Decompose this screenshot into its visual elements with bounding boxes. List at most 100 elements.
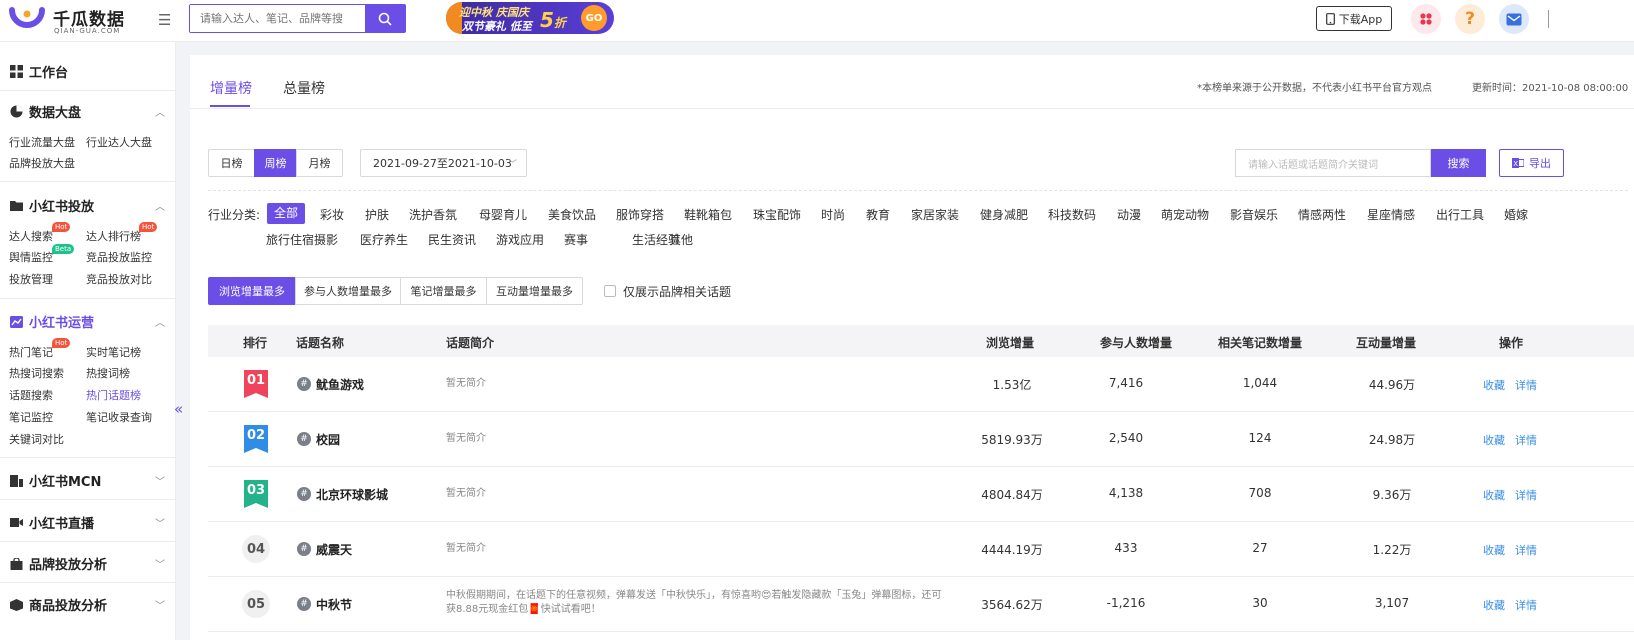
- category-chip[interactable]: 情感两性: [1298, 206, 1346, 223]
- chevron-up-icon[interactable]: ︿: [155, 314, 165, 329]
- detail-link[interactable]: 详情: [1515, 487, 1537, 503]
- export-button[interactable]: X 导出: [1499, 149, 1564, 177]
- period-weekly[interactable]: 周榜: [254, 149, 297, 177]
- topic-name[interactable]: 鱿鱼游戏: [316, 376, 364, 393]
- category-chip[interactable]: 出行工具: [1436, 206, 1484, 223]
- sidebar-section-data[interactable]: 数据大盘: [10, 102, 81, 121]
- apps-icon[interactable]: [1411, 4, 1441, 34]
- sort-by-notes[interactable]: 笔记增量最多: [400, 277, 487, 305]
- sidebar-item-competitor-monitor[interactable]: 竞品投放监控: [86, 249, 152, 265]
- category-chip[interactable]: 洗护香氛: [409, 206, 457, 223]
- sidebar-item-keyword-compare[interactable]: 关键词对比: [9, 431, 64, 447]
- category-chip[interactable]: 护肤: [365, 206, 389, 223]
- chevron-up-icon[interactable]: ︿: [155, 104, 165, 119]
- chevron-down-icon[interactable]: ﹀: [155, 556, 165, 571]
- category-chip[interactable]: 珠宝配饰: [753, 206, 801, 223]
- sidebar-item-kol-ranking[interactable]: 达人排行榜: [86, 228, 141, 244]
- category-chip[interactable]: 鞋靴箱包: [684, 206, 732, 223]
- topic-name[interactable]: 校园: [316, 431, 340, 448]
- sidebar-item-industry-kol[interactable]: 行业达人大盘: [86, 134, 152, 150]
- sidebar-item-topic-search[interactable]: 话题搜索: [9, 387, 53, 403]
- category-chip[interactable]: 旅行住宿: [266, 231, 314, 248]
- sidebar-item-brand-placement[interactable]: 品牌投放大盘: [9, 155, 75, 171]
- sidebar-item-competitor-compare[interactable]: 竞品投放对比: [86, 271, 152, 287]
- topic-search-button[interactable]: 搜索: [1431, 149, 1486, 177]
- favorite-link[interactable]: 收藏: [1483, 597, 1505, 613]
- help-icon[interactable]: ?: [1455, 4, 1485, 34]
- category-chip[interactable]: 教育: [866, 206, 890, 223]
- favorite-link[interactable]: 收藏: [1483, 542, 1505, 558]
- sidebar-item-hot-topics[interactable]: 热门话题榜: [86, 387, 141, 403]
- promo-banner[interactable]: 迎中秋 庆国庆 双节豪礼 低至 5折 GO: [446, 2, 614, 34]
- category-chip[interactable]: 医疗养生: [360, 231, 408, 248]
- detail-link[interactable]: 详情: [1515, 432, 1537, 448]
- topic-name[interactable]: 北京环球影城: [316, 486, 388, 503]
- category-chip[interactable]: 家居家装: [911, 206, 959, 223]
- category-chip[interactable]: 萌宠动物: [1161, 206, 1209, 223]
- sidebar-item-hotword-search[interactable]: 热搜词搜索: [9, 365, 64, 381]
- logo[interactable]: 千瓜数据 QIAN-GUA.COM: [9, 4, 129, 38]
- category-chip[interactable]: 时尚: [821, 206, 845, 223]
- topic-keyword-input[interactable]: 请输入话题或话题简介关键词: [1235, 149, 1431, 177]
- category-chip[interactable]: 科技数码: [1048, 206, 1096, 223]
- sidebar-section-brand[interactable]: 品牌投放分析: [10, 554, 107, 573]
- period-daily[interactable]: 日榜: [208, 149, 255, 177]
- sidebar-section-xhs-placement[interactable]: 小红书投放: [10, 196, 94, 215]
- sidebar-item-workbench[interactable]: 工作台: [10, 62, 68, 81]
- tab-total[interactable]: 总量榜: [283, 78, 325, 98]
- category-chip[interactable]: 摄影: [314, 231, 338, 248]
- chevron-down-icon[interactable]: ﹀: [155, 473, 165, 488]
- period-monthly[interactable]: 月榜: [296, 149, 343, 177]
- global-search-button[interactable]: [365, 5, 405, 32]
- date-range-select[interactable]: 2021-09-27至2021-10-03 ﹀: [360, 149, 527, 177]
- sidebar-item-hot-notes[interactable]: 热门笔记: [9, 344, 53, 360]
- chevron-up-icon[interactable]: ︿: [155, 198, 165, 213]
- favorite-link[interactable]: 收藏: [1483, 377, 1505, 393]
- mail-icon[interactable]: [1499, 4, 1529, 34]
- favorite-link[interactable]: 收藏: [1483, 487, 1505, 503]
- category-chip[interactable]: 游戏应用: [496, 231, 544, 248]
- download-app-button[interactable]: 下载App: [1316, 6, 1392, 31]
- detail-link[interactable]: 详情: [1515, 597, 1537, 613]
- chevron-down-icon[interactable]: ﹀: [155, 597, 165, 612]
- sidebar-item-sentiment[interactable]: 舆情监控: [9, 249, 53, 265]
- sidebar-section-product[interactable]: 商品投放分析: [10, 595, 107, 614]
- category-chip[interactable]: 动漫: [1117, 206, 1141, 223]
- category-chip[interactable]: 其他: [669, 231, 693, 248]
- topic-name[interactable]: 威震天: [316, 541, 352, 558]
- sort-by-interactions[interactable]: 互动量增量最多: [486, 277, 583, 305]
- sidebar-item-industry-traffic[interactable]: 行业流量大盘: [9, 134, 75, 150]
- sidebar-item-hotword-ranking[interactable]: 热搜词榜: [86, 365, 130, 381]
- detail-link[interactable]: 详情: [1515, 542, 1537, 558]
- sidebar-item-note-monitor[interactable]: 笔记监控: [9, 409, 53, 425]
- sort-by-views[interactable]: 浏览增量最多: [208, 277, 296, 305]
- sidebar-item-realtime-notes[interactable]: 实时笔记榜: [86, 344, 141, 360]
- sidebar-item-note-index[interactable]: 笔记收录查询: [86, 409, 152, 425]
- sidebar-item-kol-search[interactable]: 达人搜索: [9, 228, 53, 244]
- sidebar-section-xhs-operation[interactable]: 小红书运营: [10, 312, 94, 331]
- category-chip[interactable]: 服饰穿搭: [616, 206, 664, 223]
- category-chip[interactable]: 赛事: [564, 231, 588, 248]
- sidebar-item-placement-mgmt[interactable]: 投放管理: [9, 271, 53, 287]
- category-chip[interactable]: 婚嫁: [1504, 206, 1528, 223]
- sidebar-section-live[interactable]: 小红书直播: [10, 513, 94, 532]
- category-chip[interactable]: 健身减肥: [980, 206, 1028, 223]
- global-search-input[interactable]: [190, 5, 365, 32]
- menu-toggle-icon[interactable]: ☰: [158, 11, 171, 29]
- category-chip[interactable]: 星座情感: [1367, 206, 1415, 223]
- category-chip[interactable]: 民生资讯: [428, 231, 476, 248]
- chevron-down-icon[interactable]: ﹀: [155, 515, 165, 530]
- category-chip[interactable]: 彩妆: [320, 206, 344, 223]
- banner-go-button[interactable]: GO: [581, 5, 607, 31]
- category-chip[interactable]: 全部: [267, 203, 306, 224]
- brand-only-checkbox[interactable]: [604, 285, 616, 297]
- topic-name[interactable]: 中秋节: [316, 596, 352, 613]
- category-chip[interactable]: 母婴育儿: [479, 206, 527, 223]
- tab-incremental[interactable]: 增量榜: [210, 78, 252, 98]
- sort-by-participants[interactable]: 参与人数增量最多: [295, 277, 401, 305]
- favorite-link[interactable]: 收藏: [1483, 432, 1505, 448]
- sidebar-section-mcn[interactable]: 小红书MCN: [10, 471, 101, 490]
- sidebar-collapse-icon[interactable]: «: [174, 400, 183, 418]
- category-chip[interactable]: 影音娱乐: [1230, 206, 1278, 223]
- detail-link[interactable]: 详情: [1515, 377, 1537, 393]
